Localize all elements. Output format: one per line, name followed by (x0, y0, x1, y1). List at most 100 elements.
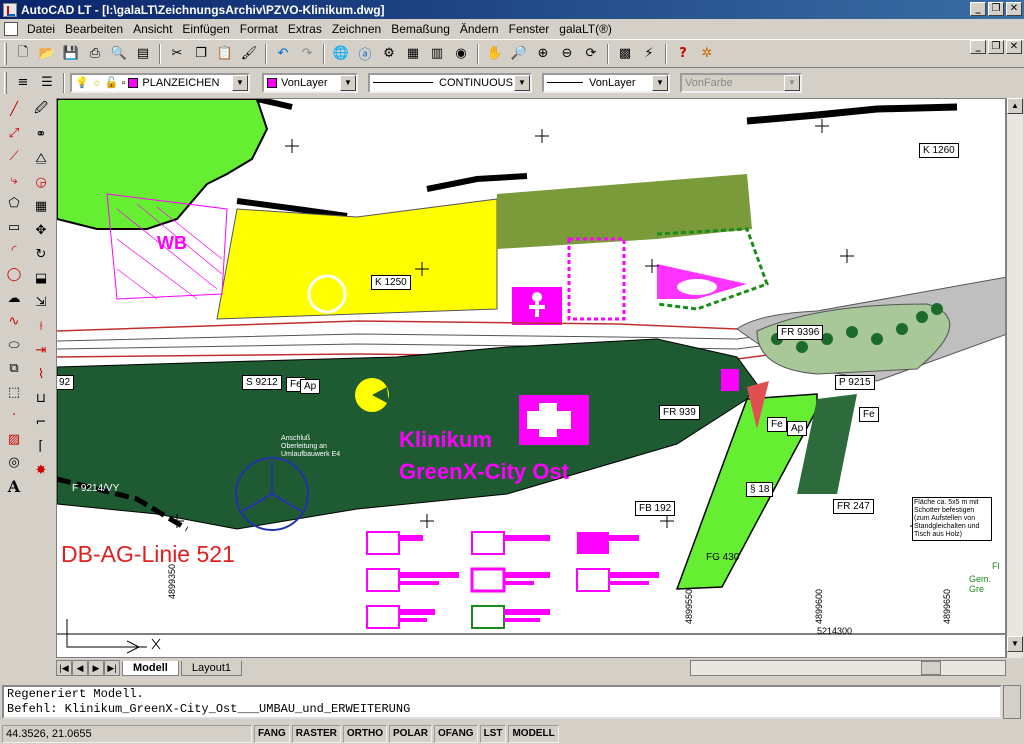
open-icon[interactable]: 📂 (36, 43, 58, 65)
label-fg430[interactable]: FG 430 (703, 551, 742, 564)
menu-bearbeiten[interactable]: Bearbeiten (60, 22, 128, 36)
insert-block-icon[interactable]: ⧉ (3, 357, 25, 381)
menu-zeichnen[interactable]: Zeichnen (327, 22, 386, 36)
rectangle-icon[interactable]: ▭ (3, 216, 25, 240)
menu-ansicht[interactable]: Ansicht (128, 22, 177, 36)
sun-icon[interactable]: ☼ (92, 77, 102, 89)
chevron-down-icon[interactable]: ▼ (232, 74, 248, 91)
layer-previous-icon[interactable]: ☰ (36, 72, 58, 94)
polygon-icon[interactable]: ⬠ (3, 192, 25, 216)
explode-icon[interactable]: ✸ (30, 458, 52, 482)
trim-icon[interactable]: ⟊ (30, 314, 52, 338)
zoom-window-icon[interactable]: ⊕ (532, 43, 554, 65)
revcloud-icon[interactable]: ☁ (3, 286, 25, 310)
label-92[interactable]: 92 (57, 375, 75, 390)
zoom-previous-icon[interactable]: ⊖ (556, 43, 578, 65)
color-dropdown[interactable]: VonLayer ▼ (262, 72, 358, 93)
command-scrollbar[interactable] (1003, 685, 1021, 719)
toolpalette-icon[interactable]: ▥ (426, 43, 448, 65)
vertical-scrollbar[interactable]: ▲ ▼ (1006, 98, 1023, 658)
scroll-track[interactable] (1007, 114, 1023, 636)
chevron-down-icon[interactable]: ▼ (340, 74, 356, 91)
join-icon[interactable]: ⊔ (30, 386, 52, 410)
copy-object-icon[interactable]: ⚭ (30, 122, 52, 146)
menu-format[interactable]: Format (235, 22, 283, 36)
layer-dropdown[interactable]: 💡 ☼ 🔓 ▫ PLANZEICHEN ▼ (70, 72, 250, 93)
last-tab-icon[interactable]: ▶| (104, 660, 120, 676)
undo-icon[interactable]: ↶ (272, 43, 294, 65)
chevron-down-icon[interactable]: ▼ (652, 74, 668, 91)
prev-tab-icon[interactable]: ◀ (72, 660, 88, 676)
label-s9212[interactable]: S 9212 (242, 375, 282, 390)
point-icon[interactable]: · (3, 404, 25, 428)
toolbar-grip[interactable] (4, 71, 7, 94)
label-fb192[interactable]: FB 192 (635, 501, 676, 516)
menu-fenster[interactable]: Fenster (504, 22, 555, 36)
circle-icon[interactable]: ◯ (3, 263, 25, 287)
menu-extras[interactable]: Extras (283, 22, 327, 36)
lock-icon[interactable]: 🔓 (105, 76, 119, 89)
linetype-dropdown[interactable]: CONTINUOUS ▼ (368, 72, 532, 93)
maximize-button[interactable]: ❐ (988, 2, 1004, 16)
break-icon[interactable]: ⌇ (30, 362, 52, 386)
label-fe[interactable]: Fe (767, 417, 787, 432)
erase-icon[interactable]: 🖉 (30, 98, 52, 122)
model-toggle[interactable]: MODELL (508, 724, 559, 743)
snap-toggle[interactable]: FANG (254, 724, 290, 743)
scroll-thumb[interactable] (921, 661, 941, 675)
label-k1260[interactable]: K 1260 (919, 143, 959, 158)
scroll-down-icon[interactable]: ▼ (1007, 636, 1023, 652)
plot-icon[interactable]: ▫ (122, 77, 126, 89)
label-fr939[interactable]: FR 939 (659, 405, 700, 420)
label-fe[interactable]: Fe (859, 407, 879, 422)
line-icon[interactable]: ╱ (3, 98, 25, 122)
rotate-icon[interactable]: ↻ (30, 242, 52, 266)
offset-icon[interactable]: ◶ (30, 170, 52, 194)
ellipse-icon[interactable]: ⬭ (3, 333, 25, 357)
arc-icon[interactable]: ◜ (3, 239, 25, 263)
command-line[interactable]: Befehl: Klinikum_GreenX-City_Ost___UMBAU… (7, 702, 1000, 717)
horizontal-scrollbar[interactable] (690, 660, 1006, 676)
menu-aendern[interactable]: Ändern (455, 22, 504, 36)
hyperlink-icon[interactable]: 🌐 (330, 43, 352, 65)
make-block-icon[interactable]: ⬚ (3, 380, 25, 404)
zoom-realtime-icon[interactable]: 🔎 (508, 43, 530, 65)
pan-icon[interactable]: ✋ (484, 43, 506, 65)
lineweight-dropdown[interactable]: VonLayer ▼ (542, 72, 670, 93)
command-window[interactable]: Regeneriert Modell. Befehl: Klinikum_Gre… (2, 685, 1002, 719)
fillet-icon[interactable]: ⌈ (30, 434, 52, 458)
new-icon[interactable]: 🗋 (12, 43, 34, 65)
redo-icon[interactable]: ↷ (296, 43, 318, 65)
label-f9214[interactable]: F 9214/VY (69, 482, 122, 495)
toolbar-grip[interactable] (4, 42, 7, 65)
autocad-today-icon[interactable]: ⓐ (354, 43, 376, 65)
polyline-edit-icon[interactable]: ⤷ (3, 169, 25, 193)
tab-layout1[interactable]: Layout1 (180, 660, 242, 676)
drawing-area[interactable]: K 1260 K 1250 FR 9396 P 9215 S 9212 Fe A… (56, 98, 1006, 658)
next-tab-icon[interactable]: ▶ (88, 660, 104, 676)
matchprop-icon[interactable]: 🖌 (238, 43, 260, 65)
label-p9215[interactable]: P 9215 (835, 375, 875, 390)
snap-icon[interactable]: ✲ (696, 43, 718, 65)
autocad-app-icon[interactable] (3, 2, 17, 17)
layer-manager-icon[interactable]: ≡ (12, 72, 34, 94)
stretch-icon[interactable]: ⇲ (30, 290, 52, 314)
hatch-icon[interactable]: ▨ (3, 427, 25, 451)
label-ap[interactable]: Ap (300, 379, 321, 394)
print-icon[interactable]: ⎙ (84, 43, 106, 65)
osnap-toggle[interactable]: OFANG (434, 724, 478, 743)
menu-datei[interactable]: Datei (22, 22, 60, 36)
grid-toggle[interactable]: RASTER (291, 724, 341, 743)
cut-icon[interactable]: ✂ (166, 43, 188, 65)
first-tab-icon[interactable]: |◀ (56, 660, 72, 676)
lineweight-toggle[interactable]: LST (479, 724, 507, 743)
label-ap[interactable]: Ap (787, 421, 808, 436)
scale-icon[interactable]: ⬓ (30, 266, 52, 290)
preview-icon[interactable]: 🔍 (108, 43, 130, 65)
close-button[interactable]: ✕ (1006, 2, 1022, 16)
tab-modell[interactable]: Modell (122, 660, 179, 676)
minimize-button[interactable]: _ (970, 2, 986, 16)
designcenter-icon[interactable]: ⚙ (378, 43, 400, 65)
help-icon[interactable]: ? (672, 43, 694, 65)
polar-toggle[interactable]: POLAR (389, 724, 433, 743)
